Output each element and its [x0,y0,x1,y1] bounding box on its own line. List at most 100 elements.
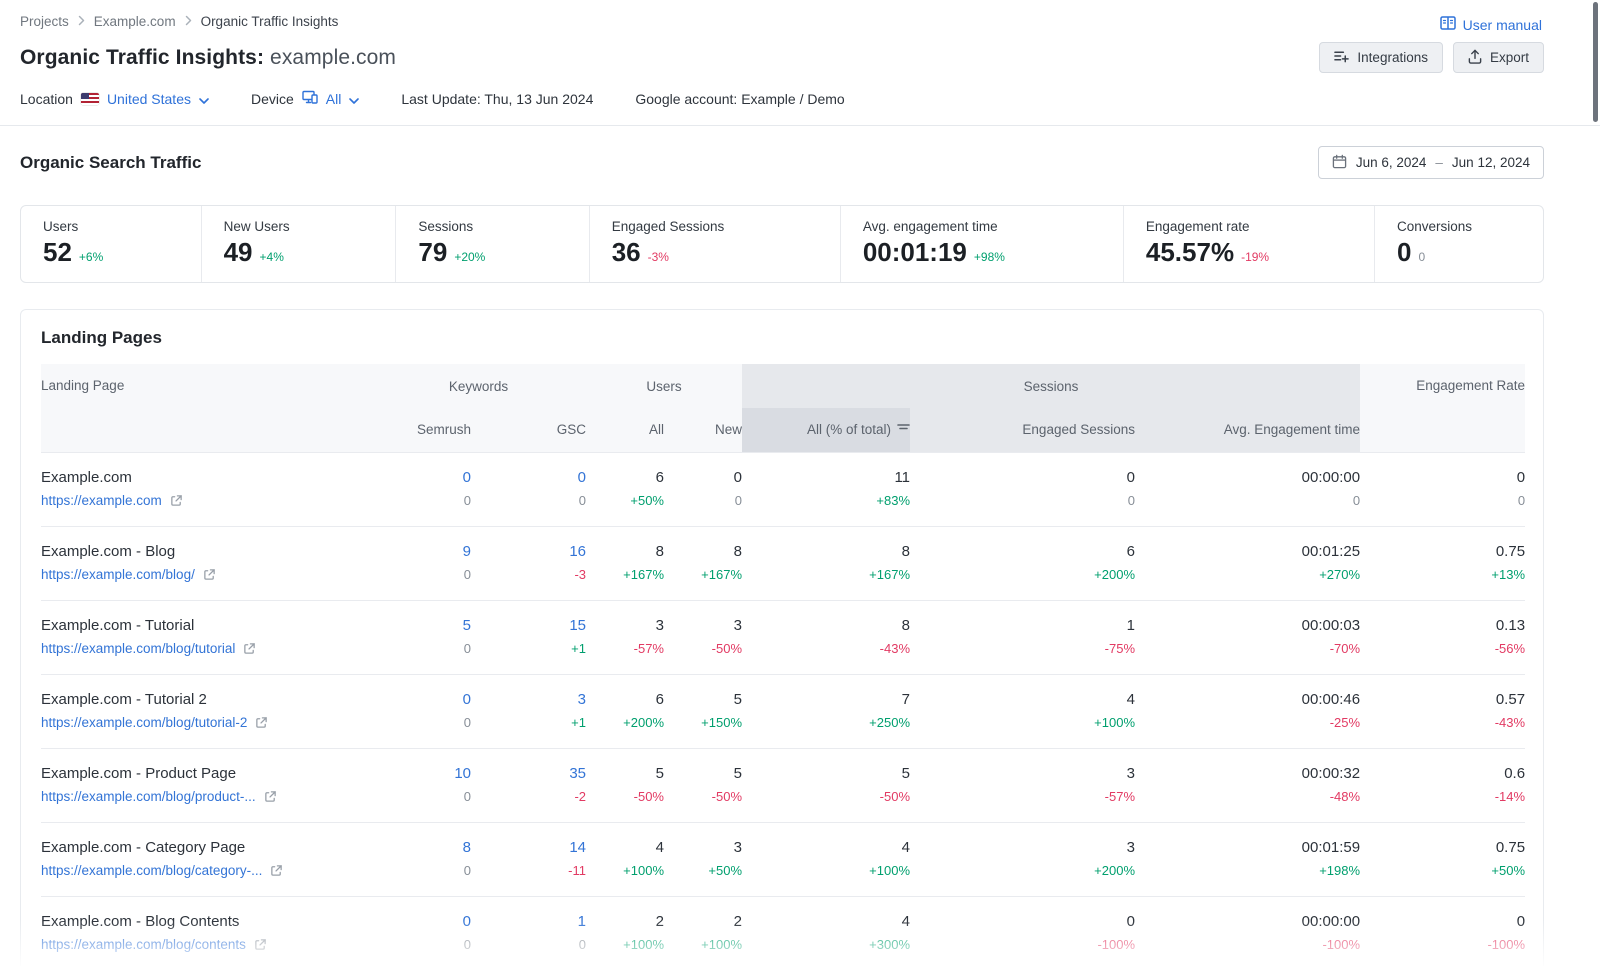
metric-label: Engagement rate [1146,219,1374,234]
cell-change: +83% [742,492,910,510]
device-value[interactable]: All [326,91,342,107]
integrations-button[interactable]: Integrations [1319,42,1443,73]
page-header: Projects Example.com Organic Traffic Ins… [0,0,1600,126]
cell-value[interactable]: 8 [371,838,471,857]
cell-value[interactable]: 16 [471,542,586,561]
metric-cell: 00:00:46-25% [1135,674,1360,748]
metric-change: +4% [260,250,284,264]
col-semrush[interactable]: Semrush [371,408,471,452]
col-engaged-sessions[interactable]: Engaged Sessions [910,408,1135,452]
cell-value[interactable]: 0 [371,690,471,709]
col-landing-page[interactable]: Landing Page [41,364,371,452]
landing-page-url[interactable]: https://example.com/blog/product-... [41,788,256,806]
chevron-down-icon [199,91,209,107]
cell-value[interactable]: 15 [471,616,586,635]
metric-cell: 100 [371,748,471,822]
cell-change: +1 [471,714,586,732]
landing-page-url[interactable]: https://example.com/blog/tutorial [41,640,235,658]
device-filter[interactable]: Device All [251,90,359,107]
landing-page-name: Example.com - Blog [41,542,371,561]
cell-change: +300% [742,936,910,954]
external-link-icon[interactable] [270,864,283,877]
cell-change: 0 [910,492,1135,510]
last-update-text: Last Update: Thu, 13 Jun 2024 [401,91,593,107]
cell-change: +200% [586,714,664,732]
external-link-icon[interactable] [255,716,268,729]
col-engagement-rate[interactable]: Engagement Rate [1360,364,1525,452]
cell-value[interactable]: 5 [371,616,471,635]
col-users-new[interactable]: New [664,408,742,452]
cell-value: 8 [586,542,664,561]
cell-change: 0 [471,492,586,510]
cell-value[interactable]: 9 [371,542,471,561]
landing-page-url[interactable]: https://example.com [41,492,162,510]
landing-page-cell: Example.com - Blog https://example.com/b… [41,526,371,600]
metric-cell: 0-100% [1360,896,1525,966]
traffic-section-head: Organic Search Traffic Jun 6, 2024 – Jun… [0,126,1600,179]
cell-value: 00:00:00 [1135,912,1360,931]
cell-change: -14% [1360,788,1525,806]
col-sessions-all[interactable]: All (% of total) [742,408,910,452]
landing-page-url[interactable]: https://example.com/blog/ [41,566,195,584]
cell-value: 00:00:46 [1135,690,1360,709]
landing-page-url[interactable]: https://example.com/blog/contents [41,936,246,954]
cell-change: 0 [371,788,471,806]
metric-cell: 00 [371,674,471,748]
cell-value[interactable]: 14 [471,838,586,857]
landing-pages-title: Landing Pages [41,328,1523,348]
location-filter[interactable]: Location United States [20,91,209,107]
cell-value[interactable]: 3 [471,690,586,709]
cell-value[interactable]: 0 [371,912,471,931]
metric-cell: 10 [471,896,586,966]
export-button[interactable]: Export [1453,42,1544,73]
col-gsc[interactable]: GSC [471,408,586,452]
breadcrumb-project-domain[interactable]: Example.com [94,14,176,29]
metric-card: Sessions 79 +20% [395,206,588,282]
page-title-text: Organic Traffic Insights: [20,46,264,69]
external-link-icon[interactable] [254,938,267,951]
metric-cell: 8+167% [664,526,742,600]
cell-value[interactable]: 0 [371,468,471,487]
cell-value[interactable]: 10 [371,764,471,783]
cell-value: 2 [664,912,742,931]
cell-value: 6 [910,542,1135,561]
cell-change: +100% [742,862,910,880]
cell-value: 00:00:00 [1135,468,1360,487]
cell-change: -50% [586,788,664,806]
metric-cell: 0.57-43% [1360,674,1525,748]
col-users-all[interactable]: All [586,408,664,452]
metric-cell: 00 [371,452,471,526]
metric-cell: 1-75% [910,600,1135,674]
user-manual-link[interactable]: User manual [1440,16,1542,33]
scrollbar-thumb[interactable] [1593,2,1598,122]
external-link-icon[interactable] [264,790,277,803]
cell-change: +50% [586,492,664,510]
cell-value: 4 [742,912,910,931]
metric-label: New Users [224,219,396,234]
cell-value[interactable]: 35 [471,764,586,783]
cell-value: 3 [664,838,742,857]
col-avg-engagement-time[interactable]: Avg. Engagement time [1135,408,1360,452]
cell-value: 5 [664,690,742,709]
us-flag-icon [81,93,99,105]
external-link-icon[interactable] [170,494,183,507]
external-link-icon[interactable] [243,642,256,655]
landing-pages-card: Landing Pages Landing Page Keywords User… [20,309,1544,966]
external-link-icon[interactable] [203,568,216,581]
metric-cell: 8+167% [742,526,910,600]
cell-value[interactable]: 0 [471,468,586,487]
cell-value: 0.6 [1360,764,1525,783]
date-range-picker[interactable]: Jun 6, 2024 – Jun 12, 2024 [1318,146,1544,179]
breadcrumb-projects[interactable]: Projects [20,14,69,29]
metric-cell: 6+200% [910,526,1135,600]
cell-value[interactable]: 1 [471,912,586,931]
location-value[interactable]: United States [107,91,191,107]
cell-value: 6 [586,690,664,709]
cell-value: 0.75 [1360,542,1525,561]
metric-cell: 80 [371,822,471,896]
metric-cell: 90 [371,526,471,600]
landing-page-url[interactable]: https://example.com/blog/tutorial-2 [41,714,247,732]
landing-page-url[interactable]: https://example.com/blog/category-... [41,862,262,880]
table-row: Example.com https://example.com 00 00 6+… [41,452,1525,526]
cell-change: +50% [1360,862,1525,880]
